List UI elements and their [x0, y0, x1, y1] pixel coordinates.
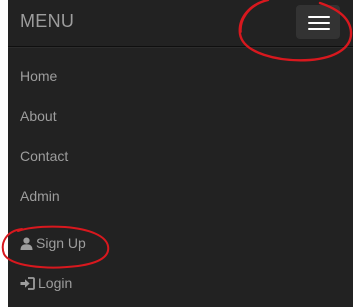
page-margin	[0, 0, 8, 307]
menu-item-label: Sign Up	[36, 235, 86, 251]
menu-item-label: About	[20, 108, 57, 124]
menu-item-login[interactable]: Login	[20, 275, 72, 293]
menu-item-admin[interactable]: Admin	[20, 188, 60, 204]
menu-item-label: Contact	[20, 148, 69, 164]
login-icon	[20, 277, 35, 293]
menu-item-contact[interactable]: Contact	[20, 148, 68, 164]
menu-item-label: Home	[20, 68, 58, 84]
navbar-brand[interactable]: MENU	[20, 11, 74, 32]
menu-item-label: Login	[38, 275, 73, 291]
user-icon	[20, 237, 33, 253]
navbar-toggle-button[interactable]	[296, 5, 340, 39]
navbar-header: MENU	[8, 0, 353, 47]
menu-item-sign-up[interactable]: Sign Up	[20, 235, 86, 253]
navbar: MENU Home About Contact Admin Sign Up Lo…	[8, 0, 353, 307]
menu-item-label: Admin	[20, 188, 60, 204]
menu-item-home[interactable]: Home	[20, 68, 57, 84]
menu-item-about[interactable]: About	[20, 108, 57, 124]
